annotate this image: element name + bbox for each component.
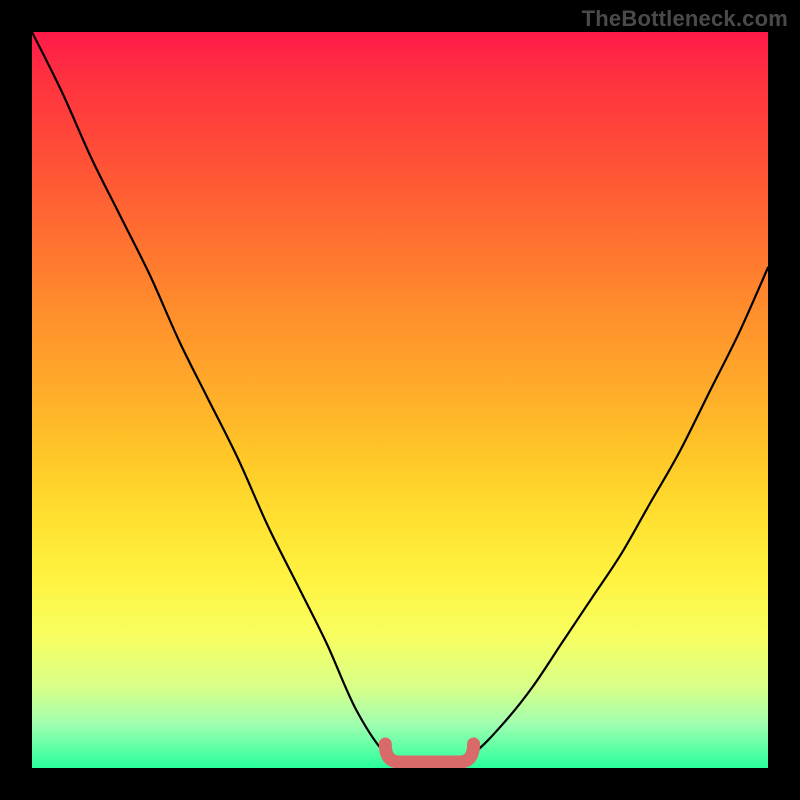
plot-area bbox=[32, 32, 768, 768]
chart-frame: TheBottleneck.com bbox=[0, 0, 800, 800]
bottom-hump-marker bbox=[32, 32, 768, 768]
watermark-text: TheBottleneck.com bbox=[582, 6, 788, 32]
